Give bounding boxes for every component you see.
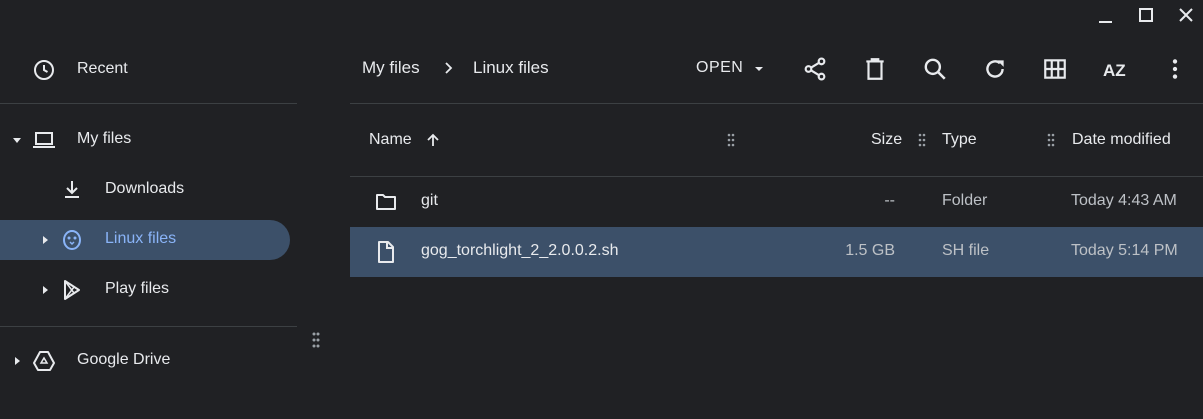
table-row[interactable]: git -- Folder Today 4:43 AM	[350, 177, 1203, 227]
close-icon	[1179, 8, 1193, 22]
maximize-icon	[1139, 8, 1153, 22]
row-type: SH file	[942, 242, 990, 259]
refresh-button[interactable]	[982, 56, 1008, 82]
breadcrumb-linux-files[interactable]: Linux files	[473, 58, 549, 78]
sidebar-item-label: Linux files	[105, 230, 177, 247]
grid-view-icon	[1044, 59, 1066, 79]
caret-down-icon	[755, 67, 763, 71]
more-options-button[interactable]	[1162, 56, 1188, 82]
close-button[interactable]	[1175, 4, 1197, 26]
grid-view-button[interactable]	[1042, 56, 1068, 82]
refresh-icon	[986, 60, 1004, 78]
delete-icon	[866, 58, 884, 80]
sidebar-divider	[0, 103, 297, 104]
sidebar-item-recent[interactable]: Recent	[0, 50, 297, 90]
open-button-label: OPEN	[696, 59, 744, 76]
sidebar-item-play-files[interactable]: Play files	[0, 270, 297, 310]
column-resize-handle[interactable]	[918, 133, 926, 147]
row-size: --	[884, 192, 895, 209]
search-button[interactable]	[922, 56, 948, 82]
chevron-right-icon	[445, 62, 453, 74]
download-icon	[65, 181, 79, 198]
sidebar-item-google-drive[interactable]: Google Drive	[0, 341, 297, 381]
clock-icon	[34, 60, 54, 80]
file-icon	[378, 241, 394, 263]
play-store-icon	[64, 280, 80, 300]
sidebar-item-label: Play files	[105, 280, 170, 297]
minimize-icon	[1099, 21, 1112, 23]
column-header-size[interactable]: Size	[871, 131, 902, 149]
row-name: gog_torchlight_2_2.0.0.2.sh	[421, 242, 619, 259]
column-header-type[interactable]: Type	[942, 131, 977, 149]
column-header-name[interactable]: Name	[369, 131, 412, 149]
column-header-date-modified[interactable]: Date modified	[1072, 131, 1171, 149]
maximize-button[interactable]	[1135, 4, 1157, 26]
sidebar: Recent My files Downloads Linux files Pl…	[0, 0, 300, 419]
row-date-modified: Today 4:43 AM	[1071, 192, 1177, 209]
row-size: 1.5 GB	[845, 242, 895, 259]
sidebar-item-label: My files	[77, 130, 132, 147]
sidebar-item-linux-files[interactable]: Linux files	[0, 220, 290, 260]
sidebar-item-downloads[interactable]: Downloads	[0, 170, 297, 210]
sort-az-icon: AZ	[1103, 61, 1126, 80]
more-vert-icon	[1172, 59, 1178, 79]
row-type: Folder	[942, 192, 988, 209]
arrow-up-icon[interactable]	[424, 131, 442, 149]
sidebar-item-label: Recent	[77, 60, 128, 77]
open-button[interactable]: OPEN	[690, 52, 772, 86]
breadcrumb-my-files[interactable]: My files	[362, 58, 420, 78]
sidebar-item-my-files[interactable]: My files	[0, 120, 297, 160]
delete-button[interactable]	[862, 56, 888, 82]
caret-right-icon[interactable]	[11, 355, 23, 367]
row-date-modified: Today 5:14 PM	[1071, 242, 1178, 259]
sidebar-divider	[0, 326, 297, 327]
folder-icon	[376, 194, 396, 210]
share-icon	[804, 57, 826, 81]
laptop-icon	[33, 132, 55, 148]
caret-right-icon[interactable]	[39, 234, 51, 246]
sidebar-item-label: Google Drive	[77, 351, 171, 368]
sort-button[interactable]: AZ	[1102, 56, 1128, 82]
search-icon	[924, 58, 946, 80]
toolbar-divider	[350, 103, 1203, 104]
sidebar-resize-handle[interactable]	[312, 331, 320, 349]
table-row[interactable]: gog_torchlight_2_2.0.0.2.sh 1.5 GB SH fi…	[350, 227, 1203, 277]
column-resize-handle[interactable]	[1047, 133, 1055, 147]
share-button[interactable]	[802, 56, 828, 82]
column-resize-handle[interactable]	[727, 133, 735, 147]
drive-icon	[33, 351, 55, 371]
caret-down-icon[interactable]	[11, 134, 23, 146]
caret-right-icon[interactable]	[39, 284, 51, 296]
row-name: git	[421, 192, 438, 209]
minimize-button[interactable]	[1094, 4, 1116, 26]
penguin-icon	[63, 230, 81, 250]
sidebar-item-label: Downloads	[105, 180, 185, 197]
sort-az-glyph: AZ	[1103, 61, 1126, 80]
